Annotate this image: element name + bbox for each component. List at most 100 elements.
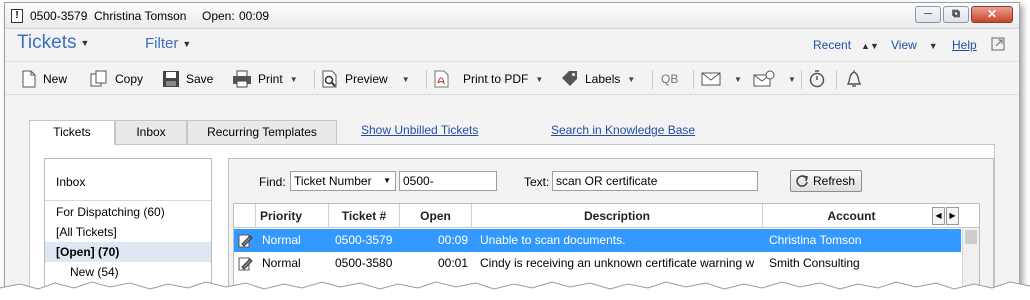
find-field-select[interactable]: Ticket Number ▼	[290, 171, 396, 191]
cell-description: Unable to scan documents.	[480, 233, 626, 247]
refresh-button[interactable]: Refresh	[790, 170, 862, 192]
print-to-pdf-label: Print to PDF	[463, 72, 529, 86]
email-template-button[interactable]: ▼	[753, 69, 796, 89]
print-to-pdf-button[interactable]: Print to PDF ▼	[433, 69, 543, 89]
scroll-columns-left-button[interactable]: ◀	[932, 207, 945, 225]
torn-edge-decoration	[0, 281, 1030, 300]
folder-item[interactable]: [All Tickets]	[45, 222, 211, 242]
text-search-input[interactable]: scan OR certificate	[552, 171, 758, 191]
bell-icon	[846, 70, 862, 87]
refresh-icon	[796, 175, 808, 187]
timer-button[interactable]	[808, 69, 832, 89]
caret-down-icon: ▼	[401, 74, 410, 84]
popout-icon[interactable]	[991, 37, 1005, 51]
quickbooks-button[interactable]: QB	[661, 69, 678, 89]
alert-icon: !	[11, 9, 23, 23]
divider	[45, 200, 211, 201]
cell-priority: Normal	[262, 233, 301, 247]
tag-icon	[562, 71, 577, 86]
nav-row: Tickets ▼ Filter ▼ Recent ▲▼ View ▼ Help	[5, 30, 1019, 58]
table-row-selected[interactable]: Normal 0500-3579 00:09 Unable to scan do…	[234, 229, 961, 252]
toolbar-separator	[693, 70, 694, 89]
maximize-button[interactable]: ⧉	[943, 6, 969, 23]
caret-down-icon: ▼	[627, 74, 636, 84]
labels-label: Labels	[585, 72, 621, 86]
find-label: Find:	[259, 175, 286, 189]
minimize-icon: ─	[924, 8, 932, 20]
search-knowledge-base-link[interactable]: Search in Knowledge Base	[551, 123, 695, 137]
close-button[interactable]: ✕	[971, 6, 1013, 23]
recent-menu[interactable]: Recent ▲▼	[813, 38, 879, 52]
toolbar-separator	[426, 70, 427, 89]
new-button[interactable]: New	[21, 69, 67, 89]
folder-item[interactable]: For Dispatching (60)	[45, 202, 211, 222]
caret-down-icon: ▼	[734, 74, 742, 84]
toolbar-separator	[314, 70, 315, 89]
preview-button[interactable]: Preview ▼	[321, 69, 410, 89]
save-button[interactable]: Save	[162, 69, 213, 89]
qb-label: QB	[661, 72, 679, 86]
recent-label: Recent	[813, 38, 852, 52]
minimize-button[interactable]: ─	[915, 6, 941, 23]
column-header-description[interactable]: Description	[472, 204, 763, 228]
view-menu[interactable]: View ▼	[891, 38, 938, 52]
printer-icon	[233, 70, 251, 88]
labels-button[interactable]: Labels ▼	[561, 69, 635, 89]
title-bar: ! 0500-3579 Christina Tomson Open: 00:09…	[5, 3, 1019, 29]
new-label: New	[43, 72, 68, 86]
ticket-edit-icon	[238, 257, 253, 271]
tab-recurring-templates[interactable]: Recurring Templates	[187, 120, 337, 144]
envelope-icon	[701, 72, 721, 86]
title-open-label: Open:	[202, 9, 235, 23]
title-open-time: 00:09	[239, 9, 270, 23]
folder-item-selected[interactable]: [Open] (70)	[45, 242, 211, 262]
app-window: ! 0500-3579 Christina Tomson Open: 00:09…	[4, 2, 1020, 294]
content-area: Tickets Inbox Recurring Templates Show U…	[5, 96, 1019, 293]
pdf-icon	[434, 70, 449, 88]
scroll-columns-right-button[interactable]: ▶	[946, 207, 959, 225]
tab-tickets[interactable]: Tickets	[29, 120, 115, 145]
folder-list-header: Inbox	[56, 175, 86, 189]
notifications-button[interactable]	[845, 69, 869, 89]
preview-icon	[322, 70, 337, 88]
column-header-open[interactable]: Open	[400, 204, 472, 228]
caret-down-icon: ▼	[289, 74, 298, 84]
find-input[interactable]: 0500-	[399, 171, 497, 191]
scrollbar-thumb[interactable]	[965, 230, 977, 244]
caret-down-icon: ▼	[383, 176, 391, 185]
filter-menu[interactable]: Filter ▼	[145, 35, 191, 52]
refresh-label: Refresh	[813, 174, 856, 188]
filter-menu-label: Filter	[145, 35, 179, 52]
title-customer: Christina Tomson	[94, 9, 187, 23]
help-link[interactable]: Help	[952, 38, 977, 52]
toolbar: New Copy Save Print ▼ Preview ▼ Print to P…	[5, 61, 1019, 95]
toolbar-separator	[801, 70, 802, 89]
caret-down-icon: ▼	[788, 74, 796, 84]
show-unbilled-tickets-link[interactable]: Show Unbilled Tickets	[361, 123, 478, 137]
column-header-icon	[234, 204, 256, 228]
restore-icon: ⧉	[952, 8, 960, 20]
tab-inbox[interactable]: Inbox	[115, 120, 187, 144]
close-icon: ✕	[986, 7, 998, 21]
email-button[interactable]: ▼	[701, 69, 742, 89]
copy-icon	[90, 70, 107, 87]
column-header-priority[interactable]: Priority	[256, 204, 329, 228]
column-header-ticket-number[interactable]: Ticket #	[329, 204, 400, 228]
copy-button[interactable]: Copy	[89, 69, 143, 89]
new-document-icon	[22, 70, 36, 88]
title-ticket-number: 0500-3579	[30, 9, 88, 23]
ticket-edit-icon	[238, 234, 253, 248]
tickets-menu[interactable]: Tickets ▼	[17, 32, 89, 54]
print-button[interactable]: Print ▼	[232, 69, 298, 89]
print-label: Print	[258, 72, 283, 86]
caret-down-icon: ▼	[535, 74, 544, 84]
copy-label: Copy	[115, 72, 144, 86]
save-label: Save	[186, 72, 214, 86]
preview-label: Preview	[345, 72, 388, 86]
toolbar-separator	[836, 70, 837, 89]
text-label: Text:	[524, 175, 550, 189]
cell-open: 00:09	[437, 233, 468, 247]
email-settings-icon	[753, 70, 775, 87]
caret-down-icon: ▼	[928, 40, 938, 51]
stopwatch-icon	[809, 70, 825, 88]
